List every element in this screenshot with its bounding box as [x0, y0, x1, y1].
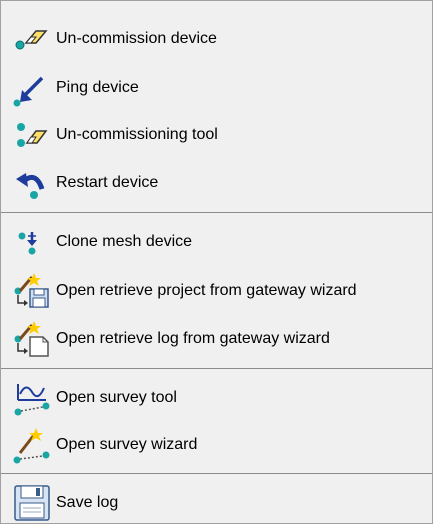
menu-item-label: Ping device	[56, 79, 139, 96]
menu-item-uncommission-device[interactable]: Un-commission device	[1, 15, 432, 63]
survey-wand-icon	[12, 425, 52, 465]
menu-item-ping-device[interactable]: Ping device	[1, 64, 432, 112]
menu-item-label: Restart device	[56, 174, 159, 191]
menu-item-label: Clone mesh device	[56, 233, 193, 250]
restart-arrow-icon	[12, 163, 52, 203]
menu-item-label: Un-commission device	[56, 30, 217, 47]
menu-separator	[1, 473, 432, 474]
wizard-project-icon	[12, 271, 52, 311]
clone-mesh-icon	[12, 222, 52, 262]
wizard-log-icon	[12, 319, 52, 359]
ping-arrow-icon	[12, 68, 52, 108]
menu-item-retrieve-project-wizard[interactable]: Open retrieve project from gateway wizar…	[1, 267, 432, 315]
menu-item-open-survey-wizard[interactable]: Open survey wizard	[1, 421, 432, 469]
menu-item-label: Save log	[56, 494, 119, 511]
menu-item-label: Open survey tool	[56, 389, 177, 406]
menu-item-retrieve-log-wizard[interactable]: Open retrieve log from gateway wizard	[1, 315, 432, 363]
floppy-disk-icon	[12, 483, 52, 523]
survey-wave-icon	[12, 378, 52, 418]
context-menu: Un-commission device Ping device Un-comm…	[0, 0, 433, 524]
menu-item-label: Open survey wizard	[56, 436, 198, 453]
menu-item-clone-mesh-device[interactable]: Clone mesh device	[1, 218, 432, 266]
menu-item-open-survey-tool[interactable]: Open survey tool	[1, 374, 432, 422]
eraser-nodes-icon	[12, 115, 52, 155]
menu-item-uncommissioning-tool[interactable]: Un-commissioning tool	[1, 111, 432, 159]
eraser-node-icon	[12, 19, 52, 59]
menu-item-restart-device[interactable]: Restart device	[1, 159, 432, 207]
menu-item-save-log[interactable]: Save log	[1, 479, 432, 527]
menu-item-label: Open retrieve log from gateway wizard	[56, 330, 330, 347]
menu-separator	[1, 212, 432, 213]
menu-item-label: Un-commissioning tool	[56, 126, 218, 143]
menu-separator	[1, 368, 432, 369]
menu-item-label: Open retrieve project from gateway wizar…	[56, 282, 357, 299]
